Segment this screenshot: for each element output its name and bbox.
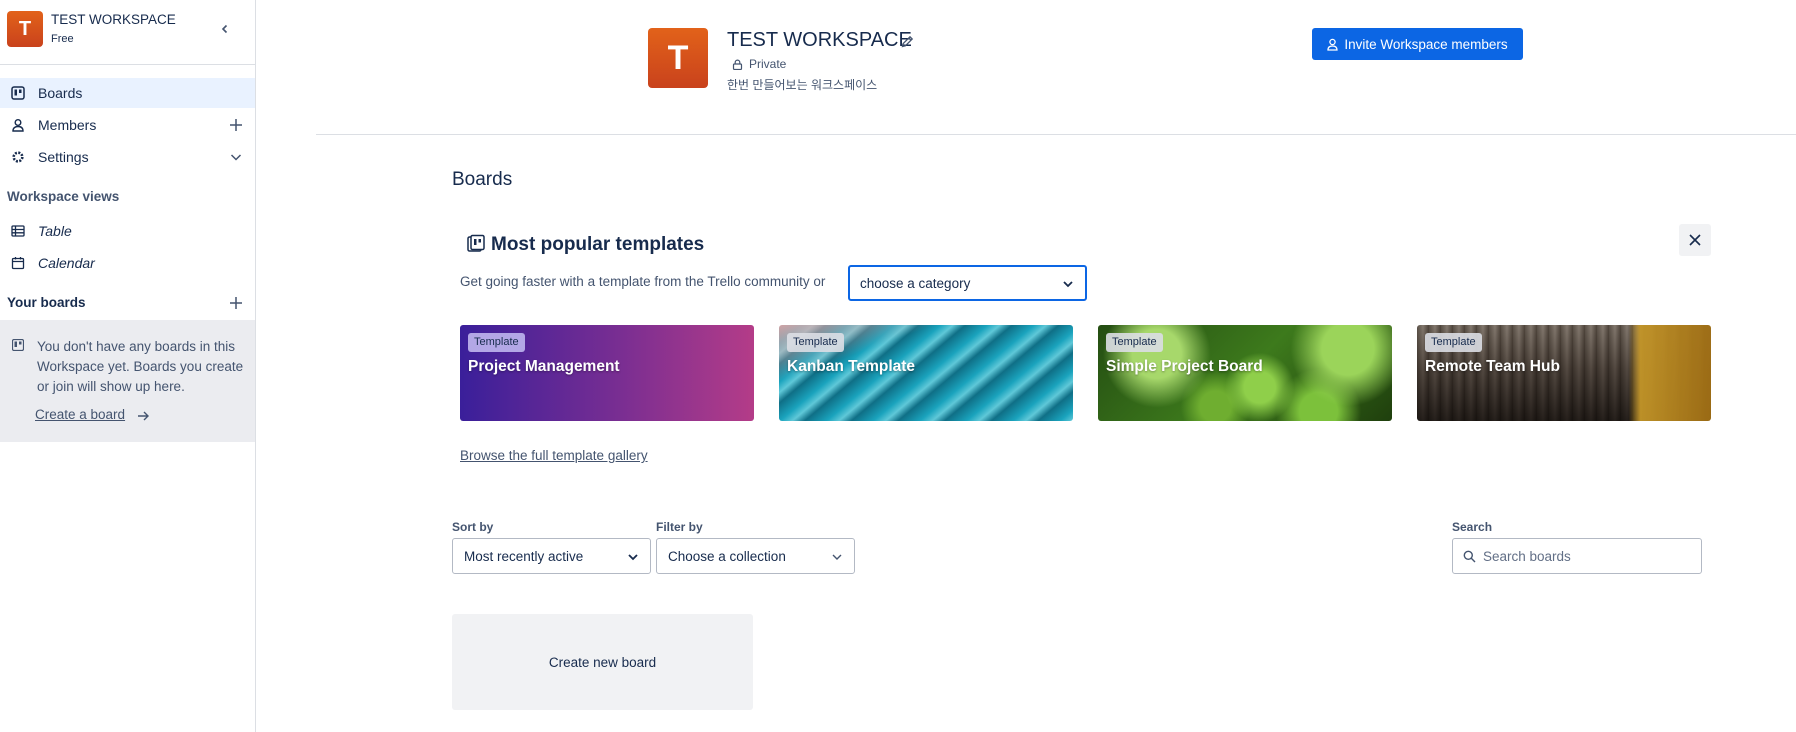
create-new-board-label: Create new board xyxy=(548,654,657,670)
filter-select[interactable]: Choose a collection xyxy=(656,538,855,574)
workspace-plan: Free xyxy=(51,33,74,45)
close-icon xyxy=(1689,234,1701,246)
close-templates-button[interactable] xyxy=(1679,224,1711,256)
empty-boards-text: You don't have any boards in this Worksp… xyxy=(37,339,244,394)
sidebar-item-label: Calendar xyxy=(38,255,95,271)
sort-label: Sort by xyxy=(452,520,494,534)
header-divider xyxy=(316,134,1796,135)
browse-template-gallery-link[interactable]: Browse the full template gallery xyxy=(460,448,648,463)
sidebar-item-members[interactable]: Members xyxy=(0,110,255,140)
sidebar-item-label: Table xyxy=(38,223,72,239)
templates-subtitle: Get going faster with a template from th… xyxy=(460,274,826,289)
templates-icon xyxy=(467,234,485,252)
calendar-icon xyxy=(11,257,25,270)
template-badge: Template xyxy=(787,333,844,352)
your-boards-title: Your boards xyxy=(7,295,86,310)
pencil-edit-icon[interactable] xyxy=(900,34,915,49)
template-badge: Template xyxy=(1425,333,1482,352)
arrow-right-icon xyxy=(138,411,149,421)
sidebar-item-calendar[interactable]: Calendar xyxy=(0,248,255,278)
sidebar-item-table[interactable]: Table xyxy=(0,216,255,246)
search-label: Search xyxy=(1452,520,1493,534)
sort-select[interactable]: Most recently active xyxy=(452,538,651,574)
template-name: Project Management xyxy=(468,358,620,375)
chevron-down-icon xyxy=(832,554,842,560)
page-title: TEST WORKSPACE xyxy=(727,29,912,51)
add-member-plus-icon[interactable] xyxy=(228,117,244,133)
search-icon xyxy=(1463,550,1476,563)
chevron-left-icon xyxy=(221,24,228,34)
template-card-remote-team-hub[interactable]: Template Remote Team Hub xyxy=(1417,325,1711,421)
invite-members-button[interactable]: Invite Workspace members xyxy=(1312,28,1523,60)
create-new-board-tile[interactable]: Create new board xyxy=(452,614,753,710)
chevron-down-icon xyxy=(628,554,638,561)
workspace-description: 한번 만들어보는 워크스페이스 xyxy=(727,78,878,92)
sidebar-item-label: Members xyxy=(38,117,97,133)
filter-select-value: Choose a collection xyxy=(668,549,786,564)
board-icon xyxy=(11,86,25,100)
sidebar: T TEST WORKSPACE Free Boards Members Set… xyxy=(0,0,256,732)
template-card-simple-project-board[interactable]: Template Simple Project Board xyxy=(1098,325,1392,421)
templates-title: Most popular templates xyxy=(491,234,705,255)
invite-button-label: Invite Workspace members xyxy=(1344,36,1508,52)
template-name: Kanban Template xyxy=(787,358,916,375)
collapse-sidebar-button[interactable] xyxy=(214,18,236,40)
lock-icon xyxy=(732,59,743,70)
privacy-label: Private xyxy=(749,57,787,71)
workspace-avatar-large: T xyxy=(648,28,708,88)
workspace-header: T TEST WORKSPACE Free xyxy=(0,0,255,65)
workspace-views-title: Workspace views xyxy=(7,189,120,204)
category-select-value: choose a category xyxy=(860,276,971,291)
workspace-avatar[interactable]: T xyxy=(7,11,43,47)
template-card-kanban[interactable]: Template Kanban Template xyxy=(779,325,1073,421)
sidebar-item-label: Settings xyxy=(38,149,89,165)
table-icon xyxy=(11,225,25,237)
category-select[interactable]: choose a category xyxy=(848,265,1087,301)
gear-icon xyxy=(12,151,24,163)
search-boards-field[interactable] xyxy=(1452,538,1702,574)
board-icon xyxy=(12,339,24,351)
search-boards-input[interactable] xyxy=(1483,546,1693,566)
chevron-down-icon xyxy=(1063,281,1073,288)
add-board-plus-icon[interactable] xyxy=(228,295,244,311)
add-person-icon xyxy=(1327,38,1338,51)
filter-label: Filter by xyxy=(656,520,703,534)
person-icon xyxy=(12,119,24,132)
boards-heading: Boards xyxy=(452,169,513,190)
sidebar-item-boards[interactable]: Boards xyxy=(0,78,255,108)
workspace-name: TEST WORKSPACE xyxy=(51,12,176,27)
chevron-down-icon[interactable] xyxy=(228,149,244,165)
create-board-link[interactable]: Create a board xyxy=(35,407,125,422)
empty-boards-message: You don't have any boards in this Worksp… xyxy=(0,320,255,442)
template-badge: Template xyxy=(1106,333,1163,352)
template-name: Simple Project Board xyxy=(1106,358,1263,375)
sidebar-item-settings[interactable]: Settings xyxy=(0,142,255,172)
template-name: Remote Team Hub xyxy=(1425,358,1560,375)
template-badge: Template xyxy=(468,333,525,352)
sort-select-value: Most recently active xyxy=(464,549,584,564)
template-card-project-management[interactable]: Template Project Management xyxy=(460,325,754,421)
workspace-privacy: Private xyxy=(732,57,786,71)
sidebar-item-label: Boards xyxy=(38,85,83,101)
